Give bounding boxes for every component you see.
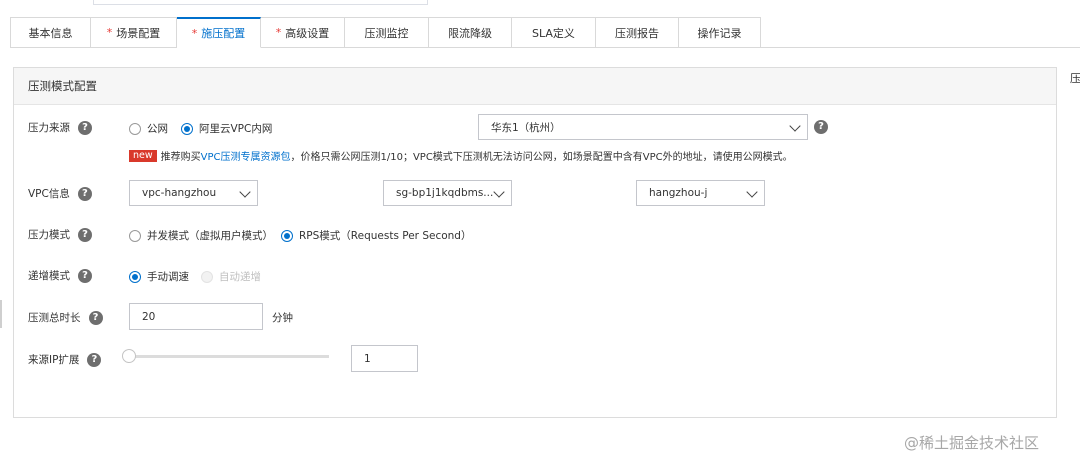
chevron-down-icon <box>493 186 505 198</box>
tip-prefix: 推荐购买 <box>160 152 201 163</box>
help-icon[interactable]: ? <box>77 186 92 201</box>
mode-label: 压力模式 <box>28 229 70 241</box>
radio-checked-icon <box>281 229 293 242</box>
tab-advanced-settings[interactable]: * 高级设置 <box>261 17 345 48</box>
help-icon[interactable]: ? <box>78 268 92 283</box>
tab-bar: 基本信息 * 场景配置 * 施压配置 * 高级设置 压测监控 限流降级 SLA定义 压… <box>10 17 761 48</box>
help-icon[interactable]: ? <box>78 227 92 242</box>
tab-basic-info[interactable]: 基本信息 <box>10 17 91 48</box>
radio-label: 手动调速 <box>147 271 189 283</box>
tab-bar-baseline <box>760 47 1080 48</box>
tab-label: 限流降级 <box>448 26 492 40</box>
panel-title: 压测模式配置 <box>14 68 1056 105</box>
region-select[interactable]: 华东1（杭州） <box>478 114 808 140</box>
ip-expand-label: 来源IP扩展 <box>28 354 80 366</box>
radio-checked-icon <box>129 270 141 283</box>
ramp-label: 递增模式 <box>28 270 70 282</box>
radio-label: RPS模式（Requests Per Second） <box>299 230 472 242</box>
vswitch-select[interactable]: hangzhou-j <box>636 180 765 206</box>
radio-rps-mode[interactable]: RPS模式（Requests Per Second） <box>281 228 471 243</box>
radio-label: 公网 <box>147 123 168 135</box>
ramp-label-row: 递增模式 ? <box>28 268 92 283</box>
vpc-value: vpc-hangzhou <box>142 187 217 199</box>
vpc-label: VPC信息 <box>28 188 70 200</box>
radio-disabled-icon <box>201 270 213 283</box>
help-icon[interactable]: ? <box>814 120 828 134</box>
required-mark: * <box>275 26 282 39</box>
tab-label: 高级设置 <box>285 26 330 40</box>
tab-monitoring[interactable]: 压测监控 <box>345 17 429 48</box>
radio-checked-icon <box>181 122 193 135</box>
duration-input[interactable]: 20 <box>129 303 263 330</box>
ip-expand-slider-track[interactable] <box>129 355 329 358</box>
ip-expand-input[interactable]: 1 <box>351 345 418 372</box>
radio-circle-icon <box>129 229 141 242</box>
chevron-down-icon <box>239 186 251 198</box>
vpc-select[interactable]: vpc-hangzhou <box>129 180 258 206</box>
tab-label: 操作记录 <box>697 26 742 40</box>
mode-label-row: 压力模式 ? <box>28 227 92 242</box>
radio-circle-icon <box>129 122 141 135</box>
vswitch-value: hangzhou-j <box>649 187 708 199</box>
radio-label: 并发模式（虚拟用户模式） <box>147 230 273 242</box>
radio-vpc[interactable]: 阿里云VPC内网 <box>181 121 272 136</box>
radio-label: 阿里云VPC内网 <box>199 123 273 135</box>
region-value: 华东1（杭州） <box>491 121 561 134</box>
tab-operation-log[interactable]: 操作记录 <box>679 17 761 48</box>
duration-unit: 分钟 <box>272 312 293 324</box>
tab-label: 压测监控 <box>364 26 409 40</box>
chevron-down-icon <box>789 120 801 132</box>
tab-label: SLA定义 <box>532 26 575 40</box>
help-icon[interactable]: ? <box>88 310 103 325</box>
required-mark: * <box>106 26 113 39</box>
ip-expand-slider-handle[interactable] <box>122 349 136 363</box>
tab-label: 场景配置 <box>116 26 161 40</box>
watermark: @稀土掘金技术社区 <box>904 434 1040 452</box>
tab-rate-limiting[interactable]: 限流降级 <box>429 17 512 48</box>
chevron-down-icon <box>746 186 758 198</box>
source-label-row: 压力来源 ? <box>28 120 92 135</box>
tab-scene-config[interactable]: * 场景配置 <box>91 17 177 48</box>
duration-label: 压测总时长 <box>28 312 81 324</box>
left-edge-mark <box>0 300 2 328</box>
tab-label: 压测报告 <box>615 26 659 40</box>
tab-label: 施压配置 <box>201 27 246 40</box>
tab-report[interactable]: 压测报告 <box>596 17 679 48</box>
help-icon[interactable]: ? <box>78 120 92 135</box>
security-group-select[interactable]: sg-bp1j1kqdbms... <box>383 180 512 206</box>
help-icon[interactable]: ? <box>87 352 102 367</box>
new-badge: new <box>129 149 157 162</box>
tab-sla[interactable]: SLA定义 <box>512 17 596 48</box>
tip-suffix: ，价格只需公网压测1/10；VPC模式下压测机无法访问公网，如场景配置中含有VP… <box>290 152 793 163</box>
vpc-package-link[interactable]: VPC压测专属资源包 <box>201 148 291 163</box>
tab-pressure-config[interactable]: * 施压配置 <box>177 17 261 48</box>
radio-label: 自动递增 <box>219 271 261 283</box>
radio-concurrency-mode[interactable]: 并发模式（虚拟用户模式） <box>129 228 273 243</box>
vpc-tip: new 推荐购买 VPC压测专属资源包 ，价格只需公网压测1/10；VPC模式下… <box>129 148 793 163</box>
radio-auto-increment: 自动递增 <box>201 269 261 284</box>
radio-public[interactable]: 公网 <box>129 121 168 136</box>
required-mark: * <box>191 26 198 40</box>
radio-manual-speed[interactable]: 手动调速 <box>129 269 189 284</box>
top-input-field[interactable] <box>93 0 428 5</box>
tab-label: 基本信息 <box>28 26 73 40</box>
duration-label-row: 压测总时长 ? <box>28 310 103 325</box>
vpc-label-row: VPC信息 ? <box>28 186 92 201</box>
ip-expand-label-row: 来源IP扩展 ? <box>28 352 102 367</box>
right-edge-text: 压 <box>1070 72 1080 85</box>
security-group-value: sg-bp1j1kqdbms... <box>396 187 494 199</box>
source-label: 压力来源 <box>28 122 70 134</box>
